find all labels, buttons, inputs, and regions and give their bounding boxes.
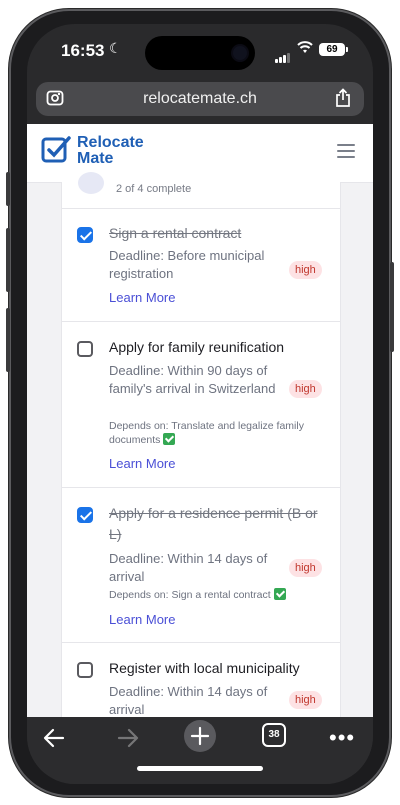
power-button [390, 262, 394, 352]
mute-switch [6, 172, 10, 206]
wifi-icon [297, 41, 313, 53]
tab-switcher-button[interactable]: 38 [262, 723, 286, 747]
learn-more-link[interactable]: Learn More [109, 612, 175, 627]
volume-up-button [6, 228, 10, 292]
task-dependency: Depends on: Sign a rental contract [109, 588, 331, 602]
task-title: Apply for family reunification [109, 339, 285, 355]
share-icon[interactable] [334, 88, 352, 108]
focus-moon-icon: ☾ [109, 40, 122, 56]
site-header: Relocate Mate [27, 124, 373, 183]
checkmark-logo-icon[interactable] [41, 135, 71, 165]
dynamic-island [145, 36, 255, 70]
task-deadline: Deadline: Within 14 days of arrival [109, 684, 268, 717]
new-tab-plus-icon[interactable] [184, 720, 216, 752]
camera-icon [233, 46, 247, 60]
task-checkbox[interactable] [77, 662, 93, 678]
priority-badge: high [289, 261, 322, 279]
volume-down-button [6, 308, 10, 372]
address-bar[interactable]: relocatemate.ch [36, 82, 364, 116]
task-checkbox[interactable] [77, 227, 93, 243]
browser-toolbar: 38 ••• [27, 717, 373, 784]
task-item: Apply for family reunification Deadline:… [62, 322, 340, 488]
priority-badge: high [289, 559, 322, 577]
dependency-text: Depends on: Sign a rental contract [109, 589, 271, 601]
priority-badge: high [289, 691, 322, 709]
menu-hamburger-icon[interactable] [337, 144, 355, 162]
task-title: Sign a rental contract [109, 225, 242, 241]
web-content: Relocate Mate 2 of 4 complete Sign a ren… [27, 124, 373, 717]
phone-screen: 16:53 ☾ 69 relocatemate.ch Relocate Mate… [27, 24, 373, 784]
check-mark-icon [273, 588, 286, 600]
task-checkbox[interactable] [77, 507, 93, 523]
task-deadline: Deadline: Within 14 days of arrival [109, 551, 268, 584]
progress-text: 2 of 4 complete [116, 183, 192, 195]
task-dependency: Depends on: Translate and legalize famil… [109, 419, 331, 447]
task-item: Register with local municipality Deadlin… [62, 643, 340, 717]
status-bar: 16:53 ☾ 69 [27, 24, 373, 80]
more-menu-icon[interactable]: ••• [329, 725, 355, 751]
task-list: 2 of 4 complete Sign a rental contract D… [61, 172, 341, 717]
cellular-signal-icon [275, 45, 291, 63]
brand-line-1: Relocate [77, 134, 144, 151]
home-indicator [137, 766, 263, 771]
task-deadline: Deadline: Before municipal registration [109, 248, 265, 281]
task-title: Register with local municipality [109, 660, 300, 676]
task-item: Apply for a residence permit (B or L) De… [62, 488, 340, 643]
learn-more-link[interactable]: Learn More [109, 290, 175, 305]
brand-logo[interactable]: Relocate Mate [77, 135, 144, 167]
check-mark-icon [163, 433, 176, 445]
forward-arrow-icon[interactable] [117, 725, 139, 751]
task-title: Apply for a residence permit (B or L) [109, 505, 318, 542]
dependency-text: Depends on: Translate and legalize famil… [109, 420, 304, 446]
back-arrow-icon[interactable] [43, 725, 65, 751]
brand-line-2: Mate [77, 150, 114, 167]
learn-more-link[interactable]: Learn More [109, 456, 175, 471]
battery-icon: 69 [319, 43, 348, 56]
status-time: 16:53 [61, 41, 105, 60]
task-checkbox[interactable] [77, 341, 93, 357]
priority-badge: high [289, 380, 322, 398]
progress-ring [78, 172, 104, 194]
progress-summary: 2 of 4 complete [62, 172, 340, 209]
url-text[interactable]: relocatemate.ch [36, 90, 364, 108]
task-deadline: Deadline: Within 90 days of family's arr… [109, 363, 276, 396]
task-item: Sign a rental contract Deadline: Before … [62, 208, 340, 322]
